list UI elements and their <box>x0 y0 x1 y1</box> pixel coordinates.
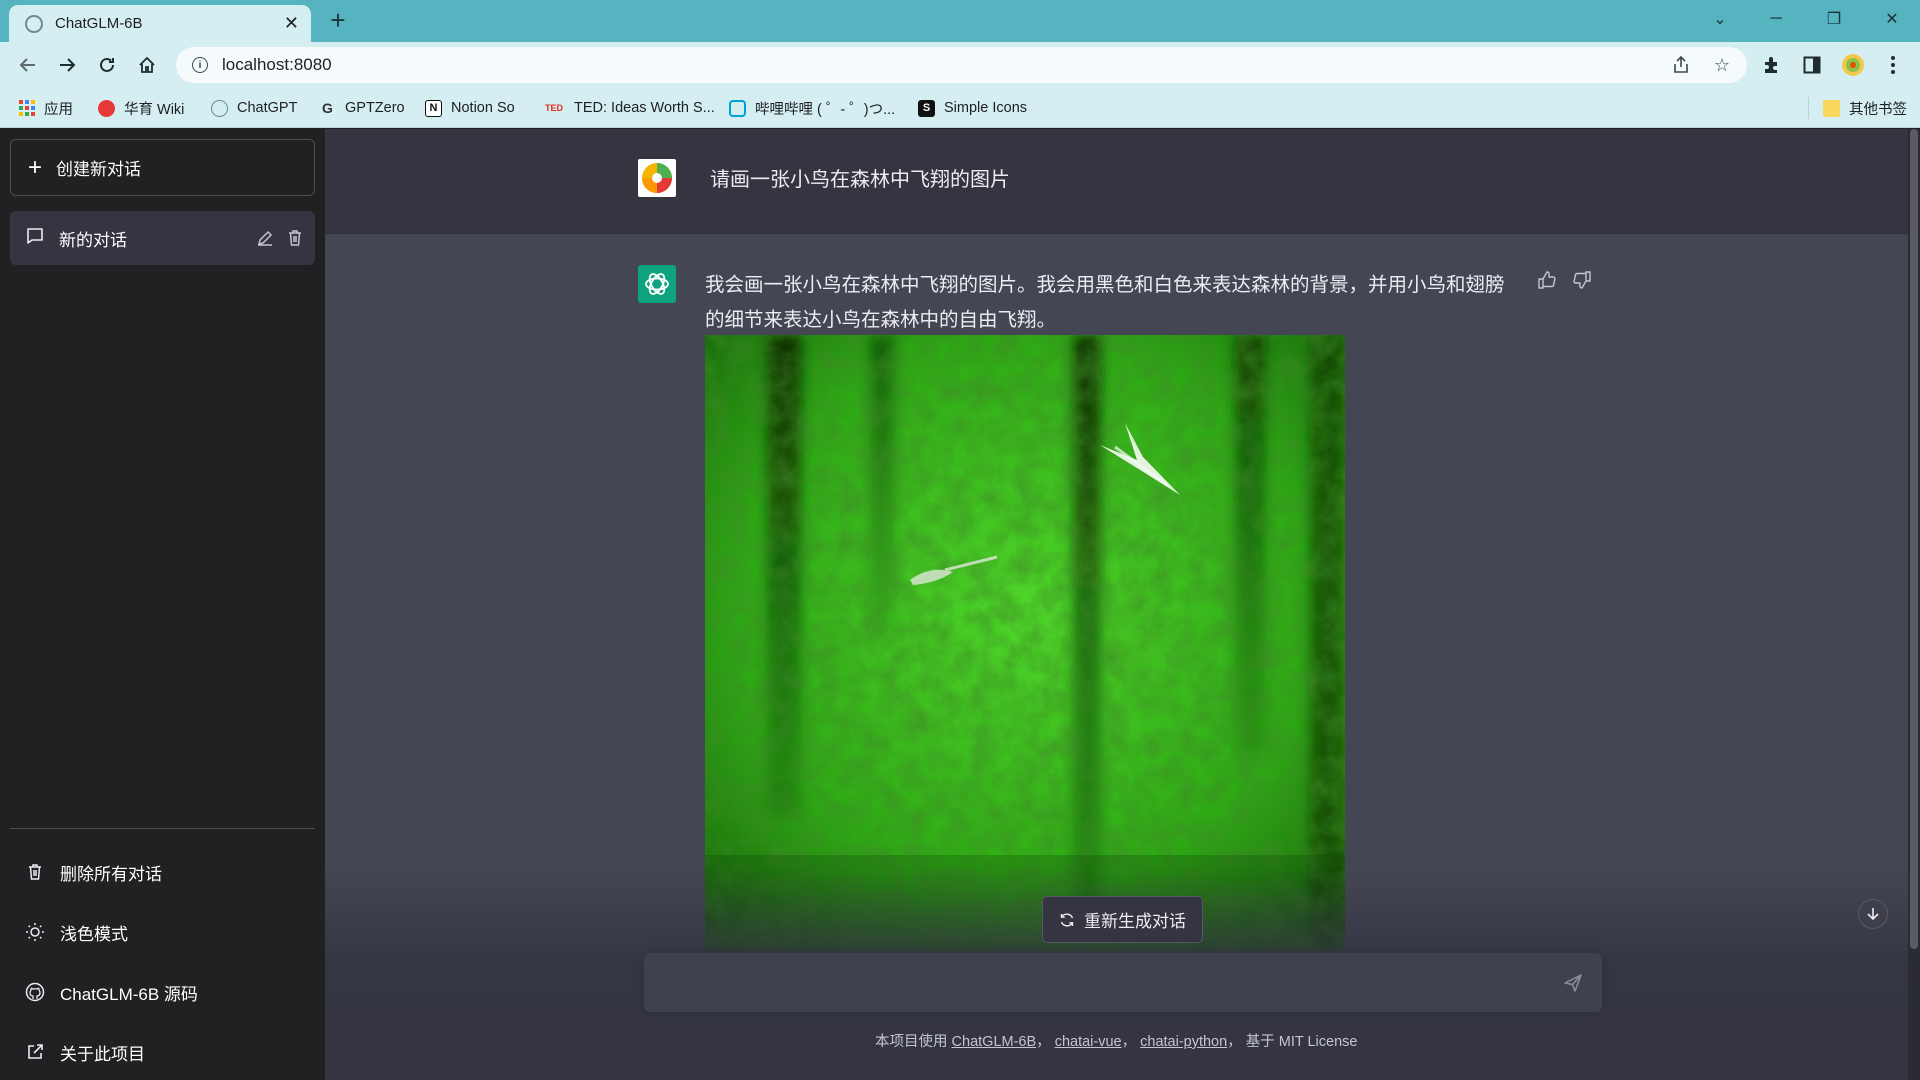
profile-avatar[interactable] <box>1838 50 1868 80</box>
bookmark-gptzero[interactable]: G GPTZero <box>319 97 405 119</box>
huayu-wiki-icon <box>98 99 115 117</box>
bookmark-other-folder[interactable]: 其他书签 <box>1808 97 1907 119</box>
close-window-button[interactable]: ✕ <box>1864 0 1920 38</box>
edit-icon[interactable] <box>255 228 275 248</box>
menu-kebab-icon[interactable] <box>1878 50 1908 80</box>
browser-tab[interactable]: ChatGLM-6B ✕ <box>9 5 311 42</box>
bookmark-notion[interactable]: N Notion So <box>425 97 515 119</box>
light-mode-button[interactable]: 浅色模式 <box>24 920 128 944</box>
chat-area: 请画一张小鸟在森林中飞翔的图片 我会画一张小鸟在森林中飞翔的图片。我会用黑色和白… <box>325 129 1908 1080</box>
scrollbar-thumb[interactable] <box>1910 129 1918 949</box>
user-message-row: 请画一张小鸟在森林中飞翔的图片 <box>325 129 1908 234</box>
bookmark-bilibili[interactable]: 哔哩哔哩 ( ゜- ゜)つ... <box>729 97 895 119</box>
gptzero-icon: G <box>322 100 333 116</box>
message-input[interactable] <box>660 965 1540 999</box>
home-button[interactable] <box>133 51 161 79</box>
tab-search-icon[interactable]: ⌄ <box>1692 0 1748 38</box>
url-text: localhost:8080 <box>222 55 332 74</box>
chatgpt-icon <box>211 99 228 117</box>
new-tab-button[interactable]: + <box>325 7 351 33</box>
simple-icons-icon: S <box>918 99 935 117</box>
thumbs-up-icon[interactable] <box>1536 269 1558 291</box>
external-link-icon <box>24 1041 46 1063</box>
forward-button[interactable] <box>53 51 81 79</box>
about-link[interactable]: 关于此项目 <box>24 1040 145 1064</box>
plus-icon: + <box>28 153 43 181</box>
scroll-to-bottom-button[interactable] <box>1858 899 1888 929</box>
browser-tab-bar: ChatGLM-6B ✕ + ⌄ ─ ❐ ✕ <box>0 0 1920 42</box>
bookmark-huayu-wiki[interactable]: 华育 Wiki <box>98 97 184 119</box>
generated-forest-bird-image <box>705 335 1345 951</box>
send-icon[interactable] <box>1562 972 1584 994</box>
close-tab-icon[interactable]: ✕ <box>284 13 299 34</box>
conversation-item[interactable]: 新的对话 <box>10 211 315 265</box>
chat-bubble-icon <box>25 226 45 251</box>
bookmark-chatgpt[interactable]: ChatGPT <box>211 97 297 119</box>
refresh-icon <box>1059 912 1075 928</box>
share-icon[interactable] <box>1670 55 1692 77</box>
footer-link-chatai-vue[interactable]: chatai-vue <box>1055 1034 1122 1050</box>
bilibili-icon <box>729 99 746 117</box>
ted-icon: TED <box>545 103 563 113</box>
restore-button[interactable]: ❐ <box>1806 0 1862 38</box>
extensions-icon[interactable] <box>1757 50 1787 80</box>
user-message: 请画一张小鸟在森林中飞翔的图片 <box>710 169 1010 191</box>
source-code-link[interactable]: ChatGLM-6B 源码 <box>24 980 198 1004</box>
bot-message: 我会画一张小鸟在森林中飞翔的图片。我会用黑色和白色来表达森林的背景，并用小鸟和翅… <box>705 274 1505 331</box>
github-icon <box>24 981 46 1003</box>
minimize-button[interactable]: ─ <box>1748 0 1804 38</box>
site-info-icon[interactable]: i <box>192 57 208 73</box>
page-scrollbar[interactable] <box>1908 129 1920 1080</box>
delete-all-button[interactable]: 删除所有对话 <box>24 860 162 884</box>
sidebar: + 创建新对话 新的对话 删除所有对话 浅色模式 ChatGLM-6B 源码 关… <box>0 129 325 1080</box>
footer-link-chatglm[interactable]: ChatGLM-6B <box>952 1034 1037 1050</box>
new-chat-button[interactable]: + 创建新对话 <box>10 139 315 196</box>
bookmark-simple-icons[interactable]: S Simple Icons <box>918 97 1027 119</box>
regenerate-button[interactable]: 重新生成对话 <box>1042 896 1203 943</box>
bookmark-apps[interactable]: 应用 <box>18 97 73 119</box>
conversation-label: 新的对话 <box>59 230 127 250</box>
footer-link-chatai-python[interactable]: chatai-python <box>1140 1034 1227 1050</box>
bookmark-star-icon[interactable]: ☆ <box>1711 55 1733 77</box>
thumbs-down-icon[interactable] <box>1571 269 1593 291</box>
bot-avatar <box>638 265 676 303</box>
address-bar[interactable]: i localhost:8080 ☆ <box>176 47 1747 83</box>
sidebar-divider <box>10 828 315 829</box>
message-input-box <box>644 953 1602 1012</box>
footer-text: 本项目使用 ChatGLM-6B， chatai-vue， chatai-pyt… <box>875 1034 1358 1050</box>
notion-icon: N <box>425 99 442 117</box>
tab-title: ChatGLM-6B <box>55 15 143 32</box>
sun-icon <box>24 921 46 943</box>
side-panel-icon[interactable] <box>1797 50 1827 80</box>
bookmarks-bar: 应用 华育 Wiki ChatGPT G GPTZero N Notion So… <box>0 88 1920 128</box>
user-avatar <box>638 159 676 197</box>
browser-toolbar: i localhost:8080 ☆ <box>0 42 1920 88</box>
trash-icon <box>24 861 46 883</box>
folder-icon <box>1823 99 1840 117</box>
trash-icon[interactable] <box>285 228 305 248</box>
chatglm-favicon-icon <box>25 14 43 33</box>
bookmark-ted[interactable]: TED TED: Ideas Worth S... <box>543 97 715 119</box>
apps-grid-icon <box>18 100 35 117</box>
reload-button[interactable] <box>93 51 121 79</box>
back-button[interactable] <box>14 51 42 79</box>
